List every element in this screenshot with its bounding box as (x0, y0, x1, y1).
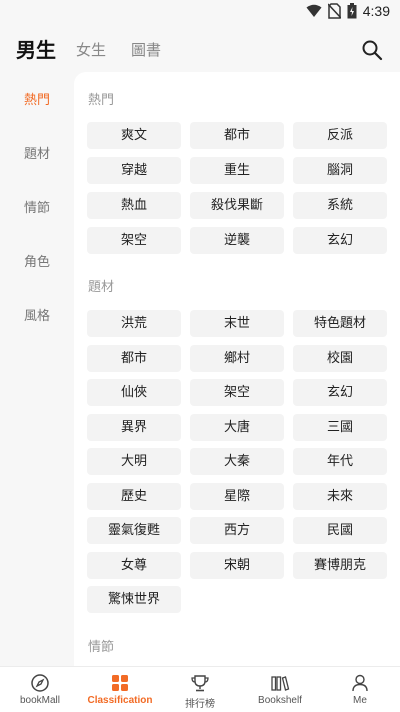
tag-item[interactable]: 系統 (293, 192, 387, 219)
search-icon (362, 40, 383, 61)
nav-bookmall[interactable]: bookMall (0, 667, 80, 712)
section-title-theme: 題材 (88, 280, 115, 295)
tag-item[interactable]: 逆襲 (190, 227, 284, 254)
wifi-icon (306, 4, 322, 17)
nav-ranking[interactable]: 排行榜 (160, 667, 240, 712)
tag-item[interactable]: 爽文 (87, 122, 181, 149)
tag-item[interactable]: 賽博朋克 (293, 552, 387, 579)
tag-content-panel: 熱門 爽文 都市 反派 穿越 重生 腦洞 熱血 殺伐果斷 系統 架空 逆襲 玄幻… (74, 72, 400, 666)
tag-item[interactable]: 大明 (87, 448, 181, 475)
nav-label-ranking: 排行榜 (185, 699, 215, 710)
tag-item[interactable]: 都市 (87, 345, 181, 372)
bookshelf-icon (271, 676, 290, 691)
battery-icon (347, 3, 357, 19)
tag-item[interactable]: 穿越 (87, 157, 181, 184)
sidebar-item-style[interactable]: 風格 (0, 305, 74, 324)
tag-item[interactable]: 歷史 (87, 483, 181, 510)
tag-item[interactable]: 架空 (190, 379, 284, 406)
tag-item[interactable]: 洪荒 (87, 310, 181, 337)
sidebar-item-role[interactable]: 角色 (0, 251, 74, 270)
tag-item[interactable]: 玄幻 (293, 379, 387, 406)
nav-label-classification: Classification (87, 695, 153, 706)
nav-classification[interactable]: Classification (80, 667, 160, 712)
tag-item[interactable]: 靈氣復甦 (87, 517, 181, 544)
top-header: 男生 女生 圖書 (0, 24, 400, 72)
tag-item[interactable]: 未來 (293, 483, 387, 510)
nav-label-bookmall: bookMall (19, 695, 61, 706)
nav-me[interactable]: Me (320, 667, 400, 712)
tag-item[interactable]: 重生 (190, 157, 284, 184)
tag-item[interactable]: 大秦 (190, 448, 284, 475)
sidebar-item-theme[interactable]: 題材 (0, 143, 74, 162)
nav-bookshelf[interactable]: Bookshelf (240, 667, 320, 712)
tag-item[interactable]: 三國 (293, 414, 387, 441)
section-title-plot: 情節 (88, 640, 115, 655)
sidebar-item-plot[interactable]: 情節 (0, 197, 74, 216)
tag-item[interactable]: 驚悚世界 (87, 586, 181, 613)
tab-books[interactable]: 圖書 (131, 39, 161, 60)
trophy-icon (191, 675, 209, 692)
tag-item[interactable]: 西方 (190, 517, 284, 544)
tag-item[interactable]: 異界 (87, 414, 181, 441)
status-bar: 4:39 (0, 0, 400, 24)
tag-item[interactable]: 架空 (87, 227, 181, 254)
tag-item[interactable]: 末世 (190, 310, 284, 337)
tag-item[interactable]: 宋朝 (190, 552, 284, 579)
tag-item[interactable]: 反派 (293, 122, 387, 149)
tag-item[interactable]: 校園 (293, 345, 387, 372)
category-sidebar: 熱門 題材 情節 角色 風格 (0, 72, 74, 666)
tag-item[interactable]: 星際 (190, 483, 284, 510)
grid-icon (112, 675, 128, 691)
tag-item[interactable]: 特色題材 (293, 310, 387, 337)
sidebar-item-hot[interactable]: 熱門 (0, 89, 74, 108)
tag-item[interactable]: 女尊 (87, 552, 181, 579)
tab-female[interactable]: 女生 (76, 39, 106, 60)
tag-item[interactable]: 玄幻 (293, 227, 387, 254)
tag-item[interactable]: 熱血 (87, 192, 181, 219)
bottom-nav: bookMall Classification 排行榜 Bookshelf Me (0, 666, 400, 712)
tag-item[interactable]: 大唐 (190, 414, 284, 441)
tag-item[interactable]: 鄉村 (190, 345, 284, 372)
section-title-hot: 熱門 (88, 93, 115, 108)
nav-label-me: Me (353, 695, 367, 706)
tag-item[interactable]: 仙俠 (87, 379, 181, 406)
tag-item[interactable]: 年代 (293, 448, 387, 475)
search-button[interactable] (360, 38, 384, 62)
tag-item[interactable]: 腦洞 (293, 157, 387, 184)
status-icons: 4:39 (306, 3, 390, 19)
tag-item[interactable]: 都市 (190, 122, 284, 149)
nav-label-bookshelf: Bookshelf (258, 695, 302, 706)
tag-item[interactable]: 民國 (293, 517, 387, 544)
no-sim-icon (327, 3, 341, 19)
compass-icon (31, 674, 49, 692)
tab-male[interactable]: 男生 (16, 34, 56, 63)
tag-item[interactable]: 殺伐果斷 (190, 192, 284, 219)
person-icon (352, 674, 368, 692)
status-time: 4:39 (362, 3, 390, 19)
